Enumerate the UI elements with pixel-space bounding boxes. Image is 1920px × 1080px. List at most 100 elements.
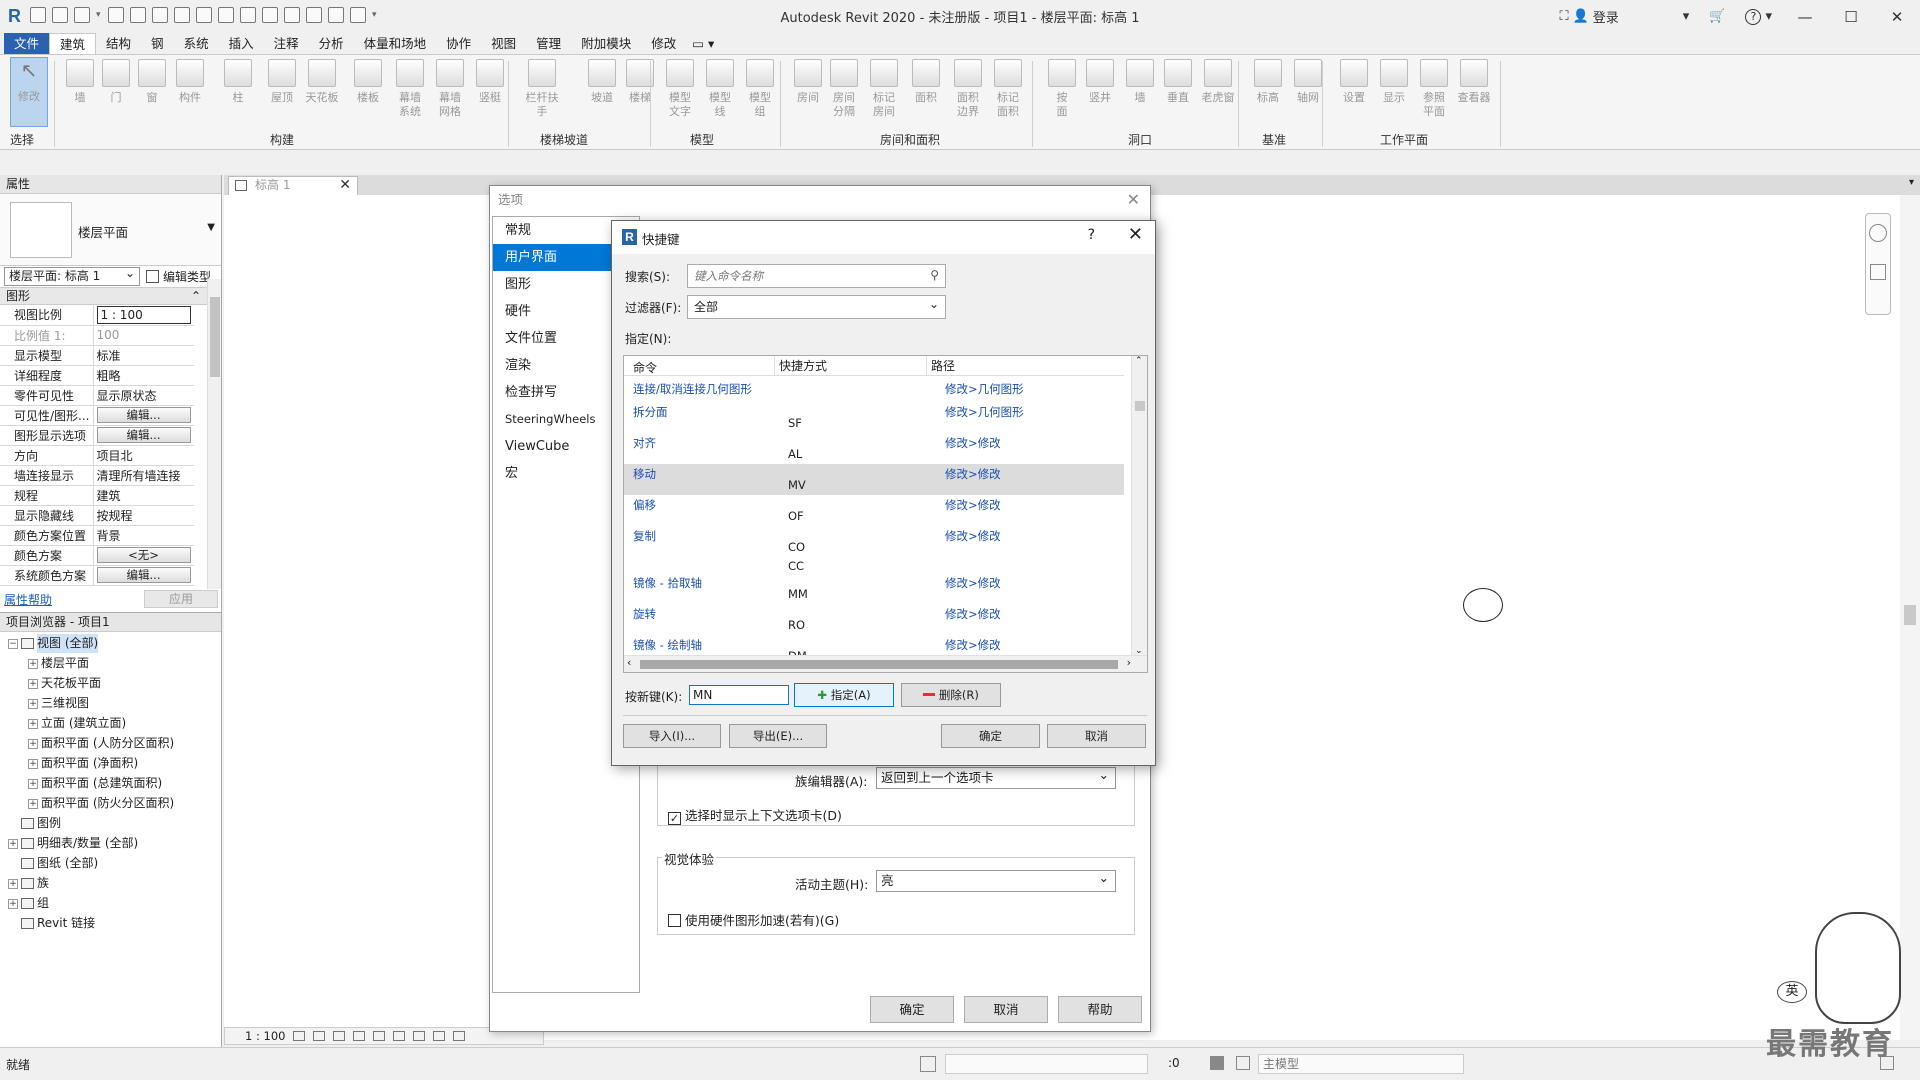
dimension-icon[interactable] <box>196 7 212 23</box>
ribbon-tool-button[interactable]: 标记 面积 <box>990 59 1026 119</box>
ribbon-tab[interactable]: 分析 <box>309 33 354 54</box>
context-tab-checkbox[interactable]: ✓ 选择时显示上下文选项卡(D) <box>668 805 842 825</box>
ribbon-tool-button[interactable]: 楼板 <box>350 59 386 105</box>
temp-hide-icon[interactable] <box>433 1031 446 1041</box>
ribbon-tool-button[interactable]: 按 面 <box>1044 59 1080 119</box>
browser-tree-item[interactable]: + 明细表/数量 (全部) <box>8 834 138 853</box>
ribbon-tool-button[interactable]: 天花板 <box>304 59 340 105</box>
new-key-input[interactable]: MN <box>689 685 789 705</box>
browser-tree-item[interactable]: + 面积平面 (人防分区面积) <box>28 734 174 753</box>
browser-tree-item[interactable]: + 族 <box>8 874 49 893</box>
table-row[interactable]: 拆分面 SF 修改>几何图形 <box>624 402 1124 433</box>
measure-icon[interactable] <box>174 7 190 23</box>
table-horizontal-scrollbar[interactable]: ‹ › <box>624 655 1147 672</box>
options-ok-button[interactable]: 确定 <box>870 996 954 1023</box>
table-row[interactable]: 复制 CO CC 修改>修改 <box>624 526 1124 573</box>
edit-button[interactable]: 编辑... <box>96 567 191 583</box>
view-tab[interactable]: 标高 1 ✕ <box>228 176 358 195</box>
ribbon-tab[interactable]: 体量和场地 <box>354 33 437 54</box>
property-value[interactable]: 标准 <box>93 345 194 366</box>
cart-button[interactable]: 🛒 <box>1699 9 1735 24</box>
edit-button[interactable]: <无> <box>96 547 191 563</box>
worksets-icon[interactable] <box>920 1056 936 1072</box>
table-vertical-scrollbar[interactable]: ⌃ ⌄ <box>1131 356 1147 656</box>
scroll-left-icon[interactable]: ‹ <box>627 656 631 669</box>
property-value[interactable]: 编辑... <box>93 565 194 586</box>
property-value[interactable]: 1 : 100 <box>93 305 194 326</box>
ribbon-tool-button[interactable]: 门 <box>98 59 134 105</box>
save-icon[interactable] <box>52 7 68 23</box>
checkbox-checked[interactable]: ✓ <box>668 812 681 825</box>
theme-select[interactable]: 亮 <box>876 868 1116 892</box>
elevation-marker[interactable] <box>1463 588 1503 622</box>
shortcuts-ok-button[interactable]: 确定 <box>941 724 1040 748</box>
type-selector[interactable]: 楼层平面 ▼ <box>0 194 221 266</box>
lock-view-icon[interactable] <box>413 1031 426 1041</box>
workset-selector[interactable] <box>945 1054 1148 1074</box>
property-value[interactable]: 按规程 <box>93 505 194 526</box>
ribbon-tool-button[interactable]: 轴网 <box>1290 59 1326 105</box>
ribbon-tool-button[interactable]: 墙 <box>62 59 98 105</box>
graphics-group-header[interactable]: 图形 ⌃ <box>0 288 221 305</box>
ribbon-tool-button[interactable]: 房间 <box>790 59 826 105</box>
delete-button[interactable]: 删除(R) <box>901 683 1001 707</box>
browser-tree-item[interactable]: + 三维视图 <box>28 694 89 713</box>
shadows-icon[interactable] <box>353 1031 366 1041</box>
switch-windows-icon[interactable] <box>350 7 366 23</box>
ribbon-tool-button[interactable]: 屋顶 <box>264 59 300 105</box>
browser-tree-item[interactable]: + 面积平面 (总建筑面积) <box>28 774 162 793</box>
expand-icon[interactable]: + <box>28 718 38 729</box>
table-row[interactable]: 对齐 AL 修改>修改 <box>624 433 1124 464</box>
search-input[interactable] <box>688 265 908 287</box>
ribbon-tab[interactable]: 修改 <box>641 33 686 54</box>
ribbon-tool-button[interactable]: 构件 <box>172 59 208 105</box>
ribbon-tab[interactable]: 建筑 <box>49 33 97 54</box>
ribbon-tab[interactable]: 视图 <box>481 33 526 54</box>
ribbon-tool-button[interactable]: 竖井 <box>1082 59 1118 105</box>
reveal-hidden-icon[interactable] <box>453 1031 466 1041</box>
ribbon-tool-button[interactable]: 模型 组 <box>742 59 778 119</box>
ribbon-minimize-icon[interactable]: ▭ ▾ <box>686 33 720 54</box>
shortcuts-cancel-button[interactable]: 取消 <box>1047 724 1146 748</box>
scroll-right-icon[interactable]: › <box>1127 656 1131 669</box>
text-icon[interactable] <box>240 7 256 23</box>
scroll-thumb[interactable] <box>1904 605 1916 625</box>
ribbon-tool-button[interactable]: 模型 线 <box>702 59 738 119</box>
expand-icon[interactable]: + <box>28 738 38 749</box>
ribbon-tab[interactable]: 协作 <box>436 33 481 54</box>
customize-qat-icon[interactable]: ▾ <box>372 10 378 20</box>
ribbon-tool-button[interactable]: 面积 边界 <box>950 59 986 119</box>
close-icon[interactable]: ✕ <box>1127 186 1140 214</box>
3d-view-icon[interactable] <box>262 7 278 23</box>
expand-icon[interactable]: + <box>28 698 38 709</box>
open-icon[interactable] <box>30 7 46 23</box>
apply-button[interactable]: 应用 <box>144 590 218 608</box>
ribbon-tool-button[interactable]: 模型 文字 <box>662 59 698 119</box>
ribbon-tool-button[interactable]: 查看器 <box>1456 59 1492 105</box>
ribbon-tab[interactable]: 结构 <box>96 33 141 54</box>
crop-view-icon[interactable] <box>373 1031 386 1041</box>
close-window-button[interactable]: ✕ <box>1874 0 1920 33</box>
edit-type-button[interactable]: 编辑类型 <box>146 268 211 285</box>
expand-icon[interactable]: + <box>8 878 18 889</box>
ribbon-tool-button[interactable]: 坡道 <box>584 59 620 105</box>
ribbon-tab[interactable]: 注释 <box>264 33 309 54</box>
col-path[interactable]: 路径 <box>926 356 955 376</box>
dropdown-icon[interactable]: ▾ <box>96 10 102 20</box>
expand-icon[interactable]: + <box>8 898 18 909</box>
table-row[interactable]: 偏移 OF 修改>修改 <box>624 495 1124 526</box>
options-help-button[interactable]: 帮助 <box>1058 996 1142 1023</box>
import-button[interactable]: 导入(I)... <box>623 724 721 748</box>
steering-wheel-icon[interactable] <box>1869 224 1887 242</box>
ribbon-tool-button[interactable]: 竖梃 <box>472 59 508 105</box>
ribbon-tool-button[interactable]: 标记 房间 <box>866 59 902 119</box>
property-value[interactable]: <无> <box>93 545 194 566</box>
properties-help-link[interactable]: 属性帮助 <box>4 591 52 608</box>
ribbon-tool-button[interactable]: 老虎窗 <box>1200 59 1236 105</box>
ribbon-tool-button[interactable]: 参照 平面 <box>1416 59 1452 119</box>
show-crop-icon[interactable] <box>393 1031 406 1041</box>
property-value[interactable]: 显示原状态 <box>93 385 194 406</box>
ribbon-tool-button[interactable]: 幕墙 系统 <box>392 59 428 119</box>
browser-tree-item[interactable]: + 面积平面 (防火分区面积) <box>28 794 174 813</box>
family-editor-select[interactable]: 返回到上一个选项卡 <box>876 765 1116 789</box>
